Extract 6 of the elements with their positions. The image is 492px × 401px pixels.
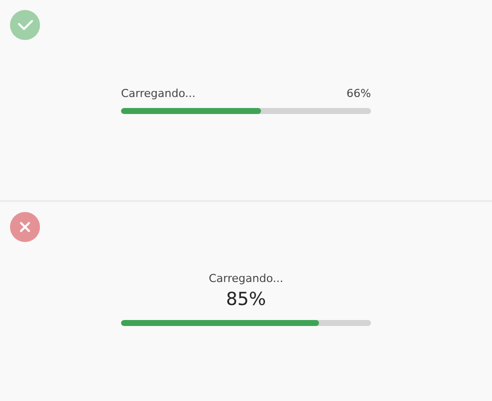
loading-label: Carregando... xyxy=(121,87,196,100)
percent-reading: 66% xyxy=(346,87,371,100)
loading-label: Carregando... xyxy=(208,272,284,285)
check-icon xyxy=(10,10,40,40)
percent-reading: 85% xyxy=(226,289,266,310)
close-icon xyxy=(10,212,40,242)
